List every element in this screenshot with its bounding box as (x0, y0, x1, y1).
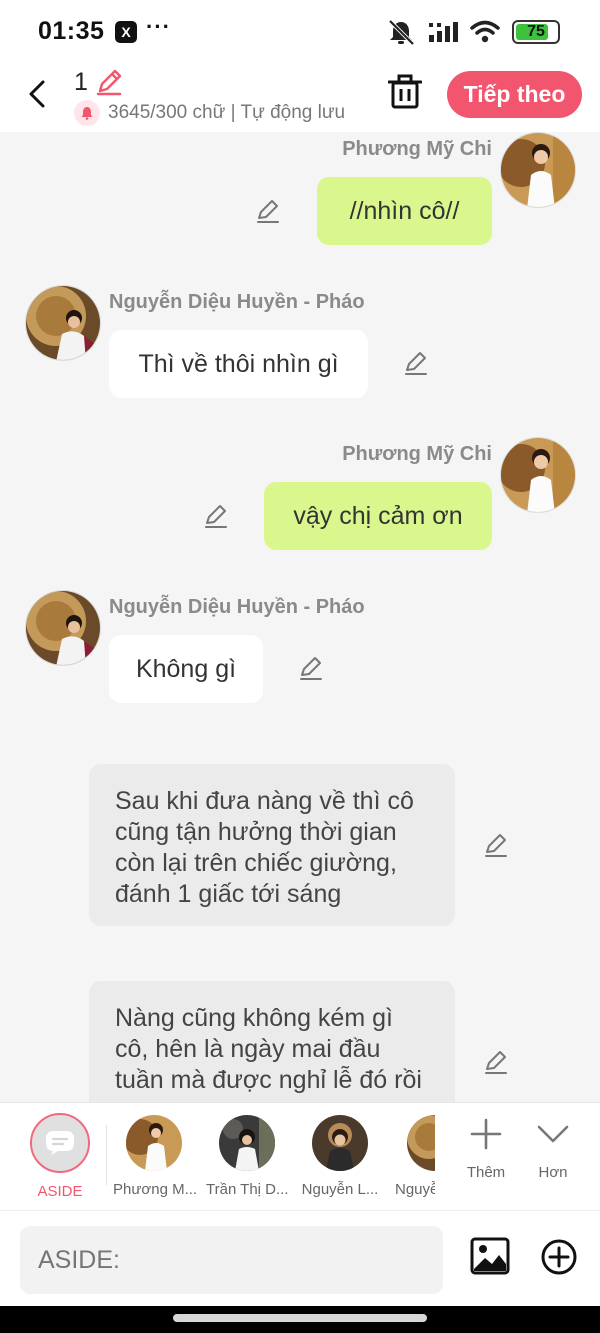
insert-image-button[interactable] (470, 1237, 510, 1280)
message-input[interactable] (20, 1226, 443, 1294)
avatar-nguyen-dieu-huyen[interactable] (25, 285, 101, 361)
word-count-text: 3645/300 chữ | Tự động lưu (108, 102, 346, 123)
message-bubble[interactable]: vậy chị cảm ơn (264, 482, 492, 550)
input-bar (0, 1210, 600, 1306)
pencil-icon (300, 657, 322, 680)
chevron-down-icon (537, 1125, 569, 1143)
avatar (219, 1115, 275, 1171)
wifi-icon (470, 20, 500, 43)
character-item[interactable]: Nguyễn L... (299, 1115, 381, 1198)
next-button[interactable]: Tiếp theo (447, 71, 582, 118)
avatar (126, 1115, 182, 1171)
plus-icon (470, 1118, 502, 1150)
pencil-icon (257, 200, 279, 223)
x-app-icon: X (115, 21, 137, 43)
message-bubble[interactable]: Không gì (109, 635, 263, 703)
character-name: Phương M... (113, 1181, 198, 1198)
divider (106, 1125, 107, 1185)
battery-indicator: 75 (512, 20, 560, 44)
signal-icon (429, 22, 458, 42)
narration-block[interactable]: Nàng cũng không kém gì cô, hên là ngày m… (89, 981, 455, 1102)
edit-narration-button[interactable] (483, 1049, 509, 1080)
avatar-phuong-my-chi[interactable] (500, 132, 576, 208)
add-content-button[interactable] (540, 1238, 578, 1281)
speaker-name: Nguyễn Diệu Huyền - Pháo (109, 291, 365, 313)
delete-button[interactable] (387, 74, 423, 115)
plus-circle-icon (541, 1239, 577, 1275)
character-name: Trần Thị D... (206, 1181, 289, 1198)
speaker-name: Phương Mỹ Chi (342, 443, 492, 465)
system-nav-area (0, 1306, 600, 1333)
pencil-icon (96, 69, 122, 96)
word-count-line: 3645/300 chữ | Tự động lưu (74, 100, 345, 126)
pencil-icon (205, 505, 227, 528)
speaker-name: Phương Mỹ Chi (342, 138, 492, 160)
more-label: Hơn (538, 1164, 568, 1181)
character-item[interactable]: Nguyễ (393, 1115, 435, 1198)
status-bar: 01:35 X ··· 75 (0, 0, 600, 62)
avatar (312, 1115, 368, 1171)
image-icon (470, 1237, 510, 1275)
character-name: Nguyễn L... (301, 1181, 379, 1198)
character-selector-bar: ASIDE Phương M... Trần Thị D... Nguyễn L… (0, 1102, 600, 1210)
narration-block[interactable]: Sau khi đưa nàng về thì cô cũng tận hưởn… (89, 764, 455, 926)
pencil-icon (485, 834, 507, 857)
character-item[interactable]: Phương M... (113, 1115, 198, 1198)
message-bubble[interactable]: //nhìn cô// (317, 177, 492, 245)
back-button[interactable] (22, 74, 52, 114)
status-time: 01:35 (38, 17, 105, 45)
mute-icon (388, 19, 415, 46)
edit-message-button[interactable] (255, 198, 281, 229)
more-button[interactable]: Hơn (523, 1117, 583, 1181)
speaker-name: Nguyễn Diệu Huyền - Pháo (109, 596, 365, 618)
top-app-bar: 1 3645/300 chữ | Tự động lưu Tiếp theo (0, 62, 600, 132)
warning-bell-icon (74, 100, 100, 126)
chapter-number: 1 (74, 68, 88, 96)
aside-button[interactable] (30, 1113, 90, 1173)
chat-area[interactable]: Phương Mỹ Chi //nhìn cô// Nguyễn Diệu Hu… (0, 132, 600, 1102)
edit-title-button[interactable] (94, 67, 124, 102)
add-character-button[interactable]: Thêm (456, 1117, 516, 1181)
character-item[interactable]: Trần Thị D... (206, 1115, 289, 1198)
avatar-nguyen-dieu-huyen[interactable] (25, 590, 101, 666)
pencil-icon (485, 1051, 507, 1074)
back-icon (29, 80, 45, 108)
add-label: Thêm (466, 1164, 506, 1181)
aside-label: ASIDE (37, 1183, 83, 1200)
edit-message-button[interactable] (203, 503, 229, 534)
edit-message-button[interactable] (298, 655, 324, 686)
home-indicator[interactable] (173, 1314, 427, 1322)
pencil-icon (405, 352, 427, 375)
avatar-phuong-my-chi[interactable] (500, 437, 576, 513)
message-bubble[interactable]: Thì về thôi nhìn gì (109, 330, 368, 398)
more-notifications-icon: ··· (146, 14, 171, 39)
avatar (407, 1115, 435, 1171)
chat-bubble-icon (46, 1131, 74, 1155)
trash-icon (387, 74, 423, 109)
edit-narration-button[interactable] (483, 832, 509, 863)
edit-message-button[interactable] (403, 350, 429, 381)
character-name: Nguyễ (395, 1181, 435, 1198)
